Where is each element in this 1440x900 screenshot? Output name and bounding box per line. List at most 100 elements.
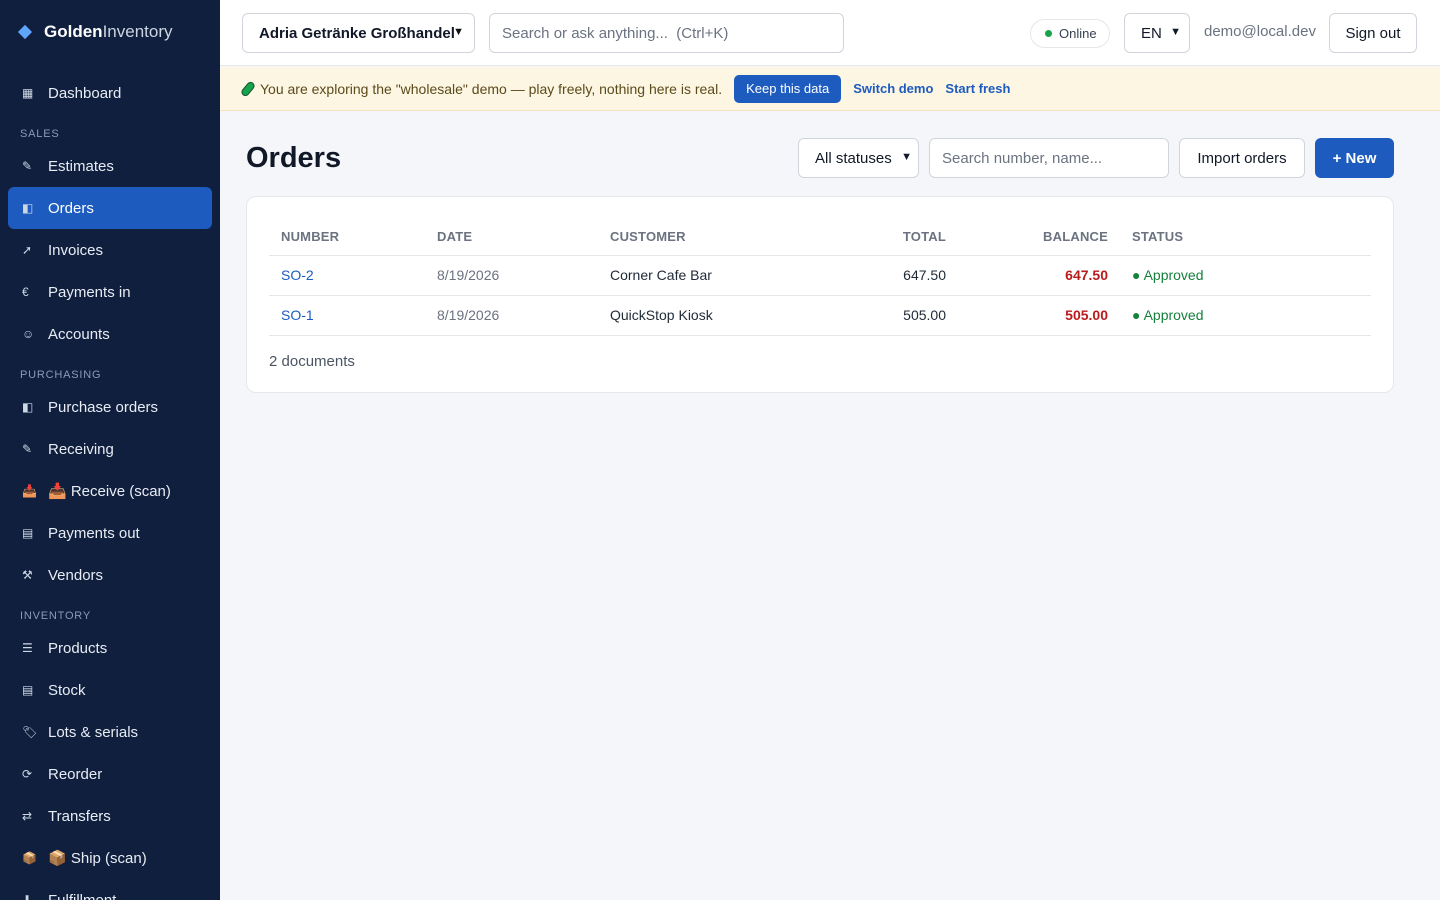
- chevron-down-icon: ▼: [1170, 26, 1181, 38]
- global-search-input[interactable]: [489, 13, 844, 53]
- status-filter-value: All statuses: [815, 149, 892, 167]
- inbox-tray-icon: 📥: [22, 484, 37, 498]
- online-dot-icon: [1045, 30, 1052, 37]
- sidebar-item-accounts[interactable]: ☺ Accounts: [8, 313, 212, 355]
- chevron-down-icon: ▼: [901, 151, 912, 163]
- brand-logo[interactable]: Golden Inventory: [0, 0, 220, 64]
- sidebar-item-fulfillment[interactable]: ⬇ Fulfillment: [8, 879, 212, 900]
- import-orders-button[interactable]: Import orders: [1179, 138, 1305, 178]
- column-header-date[interactable]: DATE: [425, 219, 598, 256]
- sidebar-item-label: Accounts: [48, 325, 110, 343]
- sign-out-button[interactable]: Sign out: [1329, 13, 1417, 53]
- sidebar-item-receiving[interactable]: ✎ Receiving: [8, 428, 212, 470]
- keep-data-button[interactable]: Keep this data: [734, 74, 842, 103]
- user-email: demo@local.dev: [1204, 23, 1316, 40]
- list-icon: ☰: [22, 641, 33, 655]
- sidebar-item-label: Receiving: [48, 440, 114, 458]
- sidebar-item-label: Reorder: [48, 765, 103, 783]
- sidebar-item-label: Dashboard: [48, 84, 122, 102]
- diamond-logo-icon: [17, 24, 33, 40]
- dashboard-icon: ▦: [22, 86, 34, 100]
- demo-banner-text: You are exploring the "wholesale" demo —…: [260, 80, 723, 97]
- fulfillment-icon: ⬇: [22, 893, 33, 900]
- sidebar-item-ship-scan[interactable]: 📦 📦 Ship (scan): [8, 837, 212, 879]
- column-header-status[interactable]: STATUS: [1120, 219, 1371, 256]
- euro-icon: €: [22, 285, 29, 299]
- sidebar-item-label: Vendors: [48, 566, 104, 584]
- pencil-icon: ✎: [22, 159, 33, 173]
- sidebar-item-stock[interactable]: ▤ Stock: [8, 669, 212, 711]
- column-header-customer[interactable]: CUSTOMER: [598, 219, 798, 256]
- status-filter-select[interactable]: All statuses ▼: [798, 138, 919, 178]
- table-row[interactable]: SO-1 8/19/2026 QuickStop Kiosk 505.00 50…: [269, 295, 1371, 336]
- order-date: 8/19/2026: [425, 255, 598, 296]
- orders-table-card: NUMBER DATE CUSTOMER TOTAL BALANCE STATU…: [246, 196, 1394, 393]
- language-select-value: EN: [1141, 24, 1162, 42]
- sidebar-item-orders[interactable]: ◧ Orders: [8, 187, 212, 229]
- sidebar-item-label: Lots & serials: [48, 723, 139, 741]
- company-select-value: Adria Getränke Großhandel: [259, 24, 455, 42]
- sidebar-item-lots-serials[interactable]: 🏷 Lots & serials: [8, 711, 212, 753]
- stock-icon: ▤: [22, 683, 34, 697]
- order-date: 8/19/2026: [425, 295, 598, 336]
- table-header-row: NUMBER DATE CUSTOMER TOTAL BALANCE STATU…: [269, 219, 1371, 256]
- column-header-number[interactable]: NUMBER: [269, 219, 425, 256]
- sidebar-item-label: 📥 Receive (scan): [48, 483, 171, 500]
- order-number-link[interactable]: SO-2: [269, 255, 425, 296]
- sidebar-item-label: Payments in: [48, 283, 131, 301]
- column-header-balance[interactable]: BALANCE: [958, 219, 1120, 256]
- sidebar-item-estimates[interactable]: ✎ Estimates: [8, 145, 212, 187]
- refresh-icon: ⟳: [22, 767, 33, 781]
- orders-icon: ◧: [22, 201, 34, 215]
- order-customer: QuickStop Kiosk: [598, 295, 798, 336]
- sidebar-item-label: Purchase orders: [48, 398, 159, 416]
- order-balance: 647.50: [958, 255, 1120, 296]
- pencil-icon: ✎: [22, 442, 33, 456]
- sidebar-item-invoices[interactable]: ➚ Invoices: [8, 229, 212, 271]
- sidebar-item-purchase-orders[interactable]: ◧ Purchase orders: [8, 386, 212, 428]
- switch-demo-link[interactable]: Switch demo: [853, 81, 933, 96]
- sidebar-item-vendors[interactable]: ⚒ Vendors: [8, 554, 212, 596]
- order-balance: 505.00: [958, 295, 1120, 336]
- sidebar: Golden Inventory ▦ Dashboard SALES ✎ Esti…: [0, 0, 220, 900]
- section-label-sales: SALES: [20, 128, 60, 140]
- order-search-input[interactable]: [929, 138, 1169, 178]
- sidebar-item-label: 📦 Ship (scan): [48, 850, 147, 867]
- brand-name-part2: Inventory: [102, 22, 173, 41]
- sidebar-item-label: Transfers: [48, 807, 111, 825]
- order-status-badge: ● Approved: [1120, 295, 1371, 336]
- section-label-purchasing: PURCHASING: [20, 369, 102, 381]
- online-status-badge: Online: [1030, 19, 1110, 48]
- sidebar-item-reorder[interactable]: ⟳ Reorder: [8, 753, 212, 795]
- brand-name-part1: Golden: [44, 22, 103, 41]
- sidebar-item-transfers[interactable]: ⇄ Transfers: [8, 795, 212, 837]
- purchase-order-icon: ◧: [22, 400, 34, 414]
- order-number-link[interactable]: SO-1: [269, 295, 425, 336]
- sidebar-item-dashboard[interactable]: ▦ Dashboard: [8, 72, 212, 114]
- package-icon: 📦: [22, 851, 37, 865]
- sidebar-item-receive-scan[interactable]: 📥 📥 Receive (scan): [8, 470, 212, 512]
- page-title: Orders: [246, 142, 342, 174]
- company-select[interactable]: Adria Getränke Großhandel ▼: [242, 13, 475, 53]
- new-order-button[interactable]: + New: [1315, 138, 1394, 178]
- sidebar-item-label: Fulfillment: [48, 891, 117, 900]
- sidebar-item-products[interactable]: ☰ Products: [8, 627, 212, 669]
- tag-icon: 🏷: [22, 725, 38, 739]
- column-header-total[interactable]: TOTAL: [798, 219, 958, 256]
- sidebar-item-payments-in[interactable]: € Payments in: [8, 271, 212, 313]
- order-total: 505.00: [798, 295, 958, 336]
- sidebar-item-payments-out[interactable]: ▤ Payments out: [8, 512, 212, 554]
- language-select[interactable]: EN ▼: [1124, 13, 1190, 53]
- demo-banner: You are exploring the "wholesale" demo —…: [220, 67, 1440, 111]
- chevron-down-icon: ▼: [453, 26, 464, 38]
- start-fresh-link[interactable]: Start fresh: [945, 81, 1010, 96]
- swap-arrows-icon: ⇄: [22, 809, 33, 823]
- table-row[interactable]: SO-2 8/19/2026 Corner Cafe Bar 647.50 64…: [269, 255, 1371, 296]
- order-customer: Corner Cafe Bar: [598, 255, 798, 296]
- order-total: 647.50: [798, 255, 958, 296]
- sidebar-item-label: Estimates: [48, 157, 114, 175]
- orders-table: NUMBER DATE CUSTOMER TOTAL BALANCE STATU…: [269, 219, 1371, 336]
- sidebar-item-label: Invoices: [48, 241, 104, 259]
- smiley-icon: ☺: [22, 327, 35, 341]
- test-tube-icon: [239, 79, 257, 98]
